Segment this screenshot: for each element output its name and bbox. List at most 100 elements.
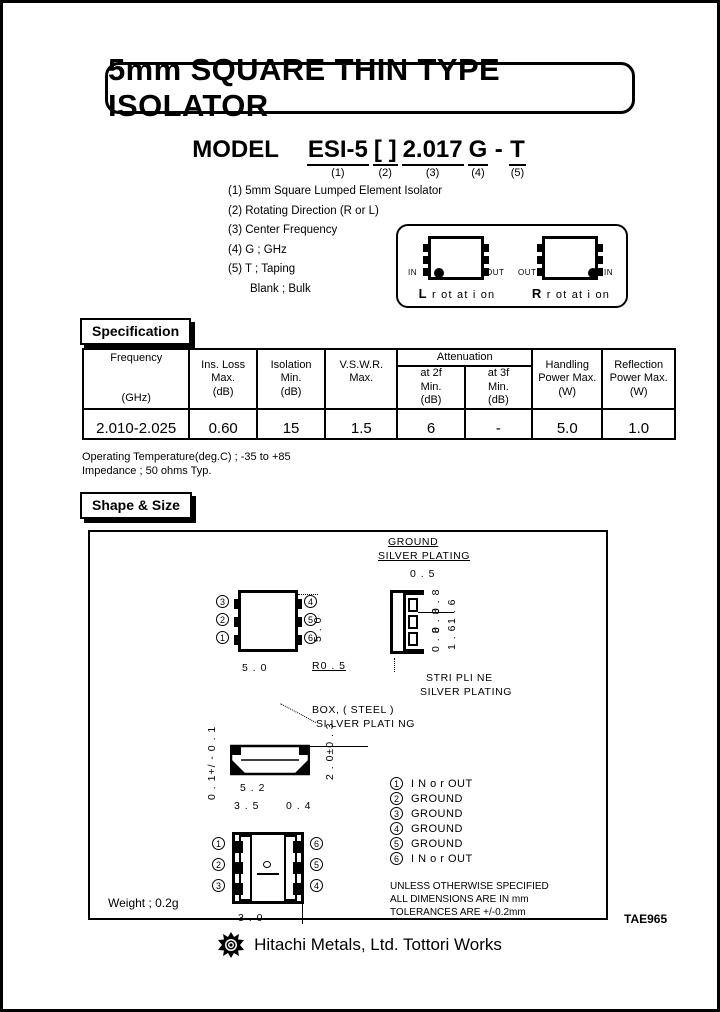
port-dot-right [588, 268, 598, 278]
front-view-body [229, 744, 311, 776]
side-view-pad [408, 598, 418, 612]
pin-legend-row: 4 GROUND [390, 821, 473, 836]
hitachi-logo-icon [218, 932, 245, 958]
bottom-pad [293, 862, 304, 874]
legend-item: (2) Rotating Direction (R or L) [228, 204, 379, 217]
chip-tab [537, 268, 543, 276]
table-cell: 5.0 [531, 407, 604, 440]
top-view-body [234, 590, 302, 652]
label-stripline-plating: SILVER PLATING [420, 686, 513, 698]
bottom-view-body [232, 832, 304, 904]
dim-top-height: 5 . 0 [312, 616, 324, 642]
chip-tab [423, 244, 429, 252]
dim-side-top: 0 . 5 [410, 568, 436, 580]
chip-tab [296, 599, 302, 609]
label-ground-plating: SILVER PLATING [378, 550, 471, 562]
model-segment-index: (3) [425, 167, 440, 179]
note-temperature: Operating Temperature(deg.C) ; -35 to +8… [82, 451, 291, 463]
pin-legend-row: 2 GROUND [390, 791, 473, 806]
bottom-pad [232, 862, 243, 874]
chip-tab [423, 256, 429, 264]
side-view-body [390, 590, 406, 654]
pin-number: 4 [390, 822, 403, 835]
leader-line [394, 658, 396, 672]
company-name: Hitachi Metals, Ltd. Tottori Works [254, 935, 502, 954]
spec-note-line: TOLERANCES ARE +/-0.2mm [390, 907, 526, 918]
pin-number: 6 [310, 837, 323, 850]
table-header-cell: Ins. Loss Max. (dB) [188, 348, 258, 410]
table-header-cell: at 3f Min. (dB) [463, 365, 534, 410]
table-header-cell: Reflection Power Max. (W) [601, 348, 676, 410]
model-segments: ESI-5(1)[ ](2)2.017(3)G(4)-(x)T(5) [305, 136, 528, 180]
table-cell: 1.0 [601, 407, 676, 440]
chip-tab [597, 244, 603, 252]
dim-front-thick: 2 . 0±0 . 3 [324, 722, 336, 780]
dim-front-width: 5 . 2 [240, 782, 266, 794]
table-cell: 15 [255, 407, 327, 440]
pin-number: 3 [216, 595, 229, 608]
note-impedance: Impedance ; 50 ohms Typ. [82, 465, 212, 477]
model-segment-index: (1) [331, 167, 345, 179]
pin-number: 5 [310, 858, 323, 871]
port-label-out: OUT [518, 268, 537, 277]
page-title-box: 5mm SQUARE THIN TYPE ISOLATOR [105, 52, 635, 123]
pin-number: 1 [390, 777, 403, 790]
table-cell: 6 [396, 407, 466, 440]
model-segment-index: (4) [471, 167, 485, 179]
pin-number: 1 [212, 837, 225, 850]
specification-table: Frequency (GHz) Ins. Loss Max. (dB) Isolation… [81, 348, 676, 440]
bottom-pad [232, 883, 243, 895]
specification-tag-label: Specification [80, 318, 192, 345]
dim-corner-radius: R0 . 5 [312, 660, 347, 672]
pin-number: 2 [212, 858, 225, 871]
dim-line [418, 612, 454, 613]
bottom-mark [263, 861, 271, 868]
model-segment: T (5) [509, 136, 526, 180]
chip-tab [423, 268, 429, 276]
bottom-pad [232, 841, 243, 853]
table-cell: - [463, 407, 534, 440]
model-segment: [ ] (2) [372, 136, 398, 180]
rotation-right-cell: OUT IN R r ot at i on [516, 232, 626, 306]
model-segment: 2.017 (3) [401, 136, 464, 180]
model-segment-value: G [467, 136, 489, 166]
weight-label: Weight ; 0.2g [108, 896, 179, 910]
shape-section-tag: Shape & Size [80, 492, 192, 519]
shape-drawing-frame: 3 2 1 4 5 6 5 . 0 5 . 0 R0 . 5 GROUND SILVER… [88, 530, 608, 924]
pin-legend-label: GROUND [411, 837, 463, 850]
label-ground: GROUND [388, 536, 439, 548]
side-view-bottom-plate [406, 649, 424, 654]
chip-tab [234, 599, 240, 609]
footer: Hitachi Metals, Ltd. Tottori Works [0, 932, 720, 958]
dim-top-width: 5 . 0 [242, 662, 268, 674]
document-code: TAE965 [624, 912, 668, 926]
chip-tab [483, 256, 489, 264]
legend-item: (1) 5mm Square Lumped Element Isolator [228, 185, 443, 197]
dim-front-inner: 3 . 5 [234, 800, 260, 812]
leader-line [298, 594, 318, 595]
chip-tab [597, 256, 603, 264]
dim-line [310, 746, 368, 747]
table-cell: 1.5 [324, 407, 399, 440]
model-segment-value: 2.017 [401, 136, 464, 166]
model-segment-index: (5) [510, 167, 525, 179]
chip-tab [296, 617, 302, 627]
side-view-pad [408, 632, 418, 646]
bottom-pad [293, 883, 304, 895]
bottom-pad [293, 841, 304, 853]
port-label-in: IN [604, 268, 613, 277]
dim-line [302, 904, 303, 924]
table-row: 2.010-2.025 0.60 15 1.5 6-5.0 1.0 [81, 407, 676, 440]
label-stripline: STRI PLI NE [426, 672, 493, 684]
model-word: MODEL [192, 136, 279, 163]
page-title: 5mm SQUARE THIN TYPE ISOLATOR [108, 52, 501, 123]
side-view-pad [408, 615, 418, 629]
chip-tab [537, 256, 543, 264]
pin-legend-label: GROUND [411, 792, 463, 805]
pin-legend-label: GROUND [411, 822, 463, 835]
front-view-shape [229, 744, 311, 776]
pin-legend-label: I N o r OUT [411, 777, 473, 790]
spec-note-line: ALL DIMENSIONS ARE IN mm [390, 894, 529, 905]
chip-tab [234, 617, 240, 627]
pin-number: 2 [216, 613, 229, 626]
